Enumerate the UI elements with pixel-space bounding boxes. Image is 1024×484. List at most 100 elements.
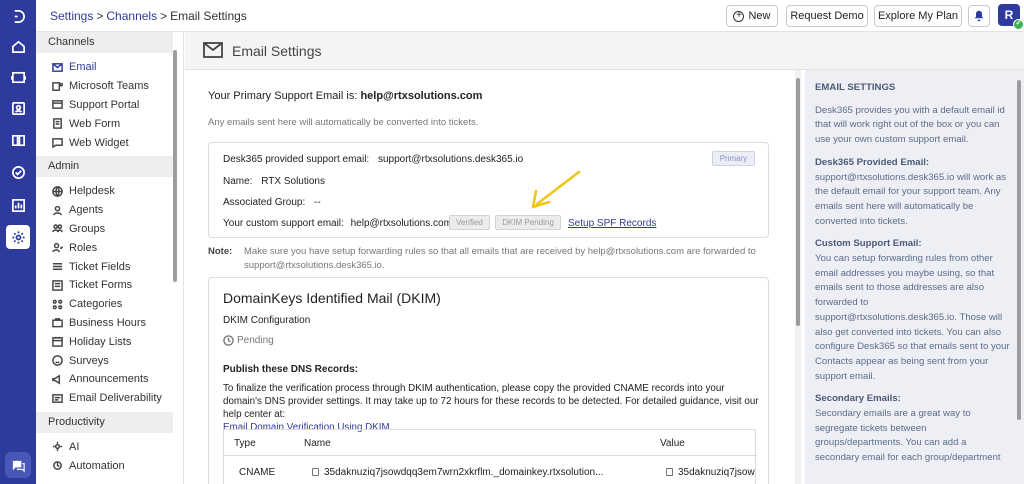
sidebar-item-helpdesk[interactable]: Helpdesk — [36, 182, 183, 201]
portal-icon — [52, 99, 63, 110]
bell-icon — [974, 10, 984, 22]
row-name: 35daknuziq7jsowdqq3em7wrn2xkrflm._domain… — [324, 467, 604, 478]
role-icon — [52, 242, 63, 253]
provided-email-label: Desk365 provided support email: — [223, 154, 370, 165]
primary-email: help@rtxsolutions.com — [360, 90, 483, 102]
help-panel: EMAIL SETTINGS Desk365 provides you with… — [805, 70, 1024, 484]
breadcrumb-channels[interactable]: Channels — [106, 9, 157, 23]
tasks-icon[interactable] — [6, 160, 30, 184]
dkim-title: DomainKeys Identified Mail (DKIM) — [223, 290, 441, 306]
logo-icon[interactable] — [6, 4, 30, 28]
sidebar-item-automation[interactable]: Automation — [36, 456, 183, 475]
home-icon[interactable] — [6, 34, 30, 58]
row-value: 35daknuziq7jsow — [678, 467, 755, 478]
page-title: Email Settings — [232, 43, 322, 59]
sidebar-scrollbar[interactable] — [173, 50, 177, 282]
note-label: Note: — [208, 246, 233, 257]
name-value: RTX Solutions — [261, 176, 325, 187]
contacts-icon[interactable] — [6, 96, 30, 120]
widget-icon — [52, 137, 63, 149]
dns-records-table: Type Name Value CNAME 35daknuziq7jsowdqq… — [223, 429, 757, 484]
smiley-icon — [52, 355, 63, 366]
sidebar-item-ticket-fields[interactable]: Ticket Fields — [36, 257, 183, 276]
sidebar-item-ticket-forms[interactable]: Ticket Forms — [36, 276, 183, 295]
sidebar-item-email-deliverability[interactable]: Email Deliverability — [36, 389, 183, 408]
plus-icon: + — [733, 10, 745, 22]
sidebar-item-surveys[interactable]: Surveys — [36, 351, 183, 370]
request-demo-button[interactable]: Request Demo — [786, 5, 868, 27]
help-title: EMAIL SETTINGS — [815, 82, 896, 93]
ai-gear-icon — [52, 441, 63, 452]
verified-badge: Verified — [449, 215, 490, 230]
new-button[interactable]: + New — [726, 5, 778, 27]
dkim-card: DomainKeys Identified Mail (DKIM) DKIM C… — [208, 277, 769, 484]
dkim-instructions: To finalize the verification process thr… — [223, 383, 759, 433]
sidebar-item-web-widget[interactable]: Web Widget — [36, 133, 183, 152]
sidebar-item-email[interactable]: Email — [36, 58, 183, 77]
name-label: Name: — [223, 176, 253, 187]
row-type: CNAME — [239, 467, 276, 478]
sidebar-item-roles[interactable]: Roles — [36, 238, 183, 257]
avatar[interactable]: R ✓ — [998, 4, 1024, 30]
table-row: CNAME 35daknuziq7jsowdqq3em7wrn2xkrflm._… — [224, 457, 757, 484]
sidebar-section-channels: Channels — [36, 32, 173, 53]
associated-group-label: Associated Group: — [223, 197, 306, 208]
dns-table-header: Type Name Value — [224, 430, 757, 456]
sidebar-item-agents[interactable]: Agents — [36, 201, 183, 220]
page-header: Email Settings — [185, 32, 1024, 70]
top-bar: Settings > Channels > Email Settings + New Re… — [36, 0, 1024, 32]
help-secondary-text: Secondary emails are a great way to segr… — [815, 408, 1001, 464]
arrow-annotation-icon — [523, 168, 585, 217]
sidebar-item-ai[interactable]: AI — [36, 438, 183, 457]
group-icon — [52, 223, 63, 234]
custom-email-label: Your custom support email: — [223, 218, 344, 229]
sidebar-item-announcements[interactable]: Announcements — [36, 370, 183, 389]
sidebar-item-web-form[interactable]: Web Form — [36, 114, 183, 133]
explore-plan-button[interactable]: Explore My Plan — [874, 5, 962, 27]
breadcrumb-settings[interactable]: Settings — [50, 9, 93, 23]
primary-email-line: Your Primary Support Email is: help@rtxs… — [208, 90, 483, 102]
note-text: Make sure you have setup forwarding rule… — [244, 246, 756, 271]
teams-icon — [52, 81, 63, 92]
ticket-icon[interactable] — [6, 65, 30, 89]
breadcrumb-current: Email Settings — [170, 9, 247, 23]
briefcase-icon — [52, 317, 63, 328]
reports-icon[interactable] — [6, 193, 30, 217]
megaphone-icon — [52, 374, 63, 385]
sidebar-item-groups[interactable]: Groups — [36, 220, 183, 239]
globe-icon — [52, 186, 63, 197]
dkim-pending-badge: DKIM Pending — [495, 215, 561, 230]
sidebar-item-microsoft-teams[interactable]: Microsoft Teams — [36, 77, 183, 96]
clock-icon — [223, 335, 234, 346]
sidebar-item-business-hours[interactable]: Business Hours — [36, 314, 183, 333]
setup-spf-records-link[interactable]: Setup SPF Records — [568, 218, 656, 229]
sidebar-item-categories[interactable]: Categories — [36, 295, 183, 314]
provided-email-value: support@rtxsolutions.desk365.io — [377, 154, 524, 165]
sidebar-item-holiday-lists[interactable]: Holiday Lists — [36, 332, 183, 351]
help-provided-title: Desk365 Provided Email: — [815, 156, 930, 168]
primary-badge: Primary — [712, 151, 755, 166]
col-value: Value — [660, 438, 685, 449]
sidebar-section-admin: Admin — [36, 155, 173, 177]
sidebar-item-support-portal[interactable]: Support Portal — [36, 96, 183, 115]
help-custom-title: Custom Support Email: — [815, 238, 922, 250]
sidebar-section-productivity: Productivity — [36, 411, 173, 433]
notifications-button[interactable] — [968, 5, 990, 27]
knowledge-base-icon[interactable] — [6, 128, 30, 152]
deliverability-icon — [52, 393, 63, 404]
fields-icon — [52, 261, 63, 272]
main-content: Your Primary Support Email is: help@rtxs… — [185, 70, 785, 484]
associated-group-value: -- — [314, 197, 321, 208]
main-scrollbar[interactable] — [795, 70, 801, 484]
copy-name-icon[interactable] — [312, 468, 319, 476]
mail-icon — [52, 62, 63, 73]
help-scrollbar[interactable] — [1014, 70, 1024, 484]
auto-convert-note: Any emails sent here will automatically … — [208, 117, 479, 128]
copy-value-icon[interactable] — [666, 468, 673, 476]
dkim-status: Pending — [223, 335, 274, 346]
settings-sidebar: Channels Email Microsoft Teams Support P… — [36, 32, 184, 484]
chat-icon[interactable] — [5, 452, 31, 478]
dkim-config-label: DKIM Configuration — [223, 315, 311, 326]
settings-icon[interactable] — [6, 225, 30, 249]
col-name: Name — [304, 438, 331, 449]
